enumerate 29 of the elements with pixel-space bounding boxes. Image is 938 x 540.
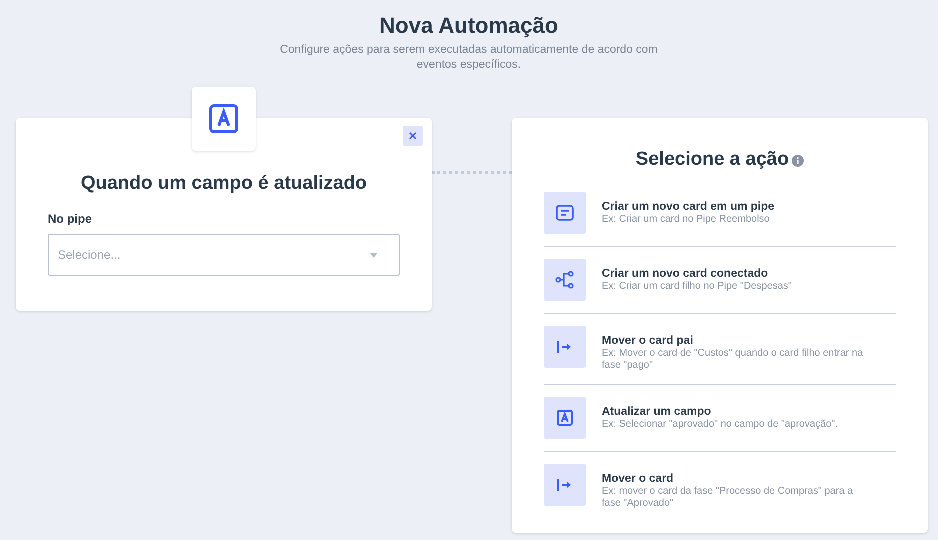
action-option[interactable]: Mover o card Ex: mover o card da fase "Processo de Compras" para a fase "Aprovado" [544, 452, 896, 522]
close-button[interactable] [403, 126, 423, 146]
dropdown-caret-icon [370, 253, 378, 258]
action-option[interactable]: Criar um novo card em um pipe Ex: Criar um card no Pipe Reembolso [544, 180, 896, 247]
action-option[interactable]: Mover o card pai Ex: Mover o card de "Custos" quando o card filho entrar na fase "pago" [544, 314, 896, 385]
trigger-title: Quando um campo é atualizado [80, 172, 368, 196]
action-title: Criar um novo card conectado [602, 267, 770, 281]
info-icon[interactable] [792, 155, 804, 167]
close-icon [409, 132, 417, 140]
actions-title: Selecione a ação [636, 148, 790, 172]
action-example: Ex: Mover o card de "Custos" quando o card filho entrar na fase "pago" [602, 348, 864, 372]
page-subtitle: Configure ações para serem executadas automaticamente de acordo com eventos específicos. [279, 43, 659, 73]
action-example: Ex: Criar um card filho no Pipe "Despesas" [602, 281, 793, 293]
document-lines-icon [555, 203, 575, 223]
action-title: Criar um novo card em um pipe [602, 200, 776, 214]
pipe-select[interactable]: Selecione... [48, 234, 400, 276]
field-label: No pipe [48, 211, 93, 228]
branch-nodes-icon [555, 270, 575, 290]
action-example: Ex: Criar um card no Pipe Reembolso [602, 214, 771, 226]
letter-a-icon [209, 104, 239, 134]
action-title: Atualizar um campo [602, 405, 712, 419]
action-title: Mover o card pai [602, 334, 694, 348]
page-title: Nova Automação [380, 12, 558, 40]
action-option[interactable]: Atualizar um campo Ex: Selecionar "aprovado" no campo de "aprovação". [544, 385, 896, 452]
action-example: Ex: mover o card da fase "Processo de Compras" para a fase "Aprovado" [602, 486, 854, 510]
action-option[interactable]: Criar um novo card conectado Ex: Criar um card filho no Pipe "Despesas" [544, 247, 896, 314]
action-example: Ex: Selecionar "aprovado" no campo de "aprovação". [602, 419, 840, 431]
action-title: Mover o card [602, 472, 675, 486]
letter-a-icon [555, 408, 575, 428]
